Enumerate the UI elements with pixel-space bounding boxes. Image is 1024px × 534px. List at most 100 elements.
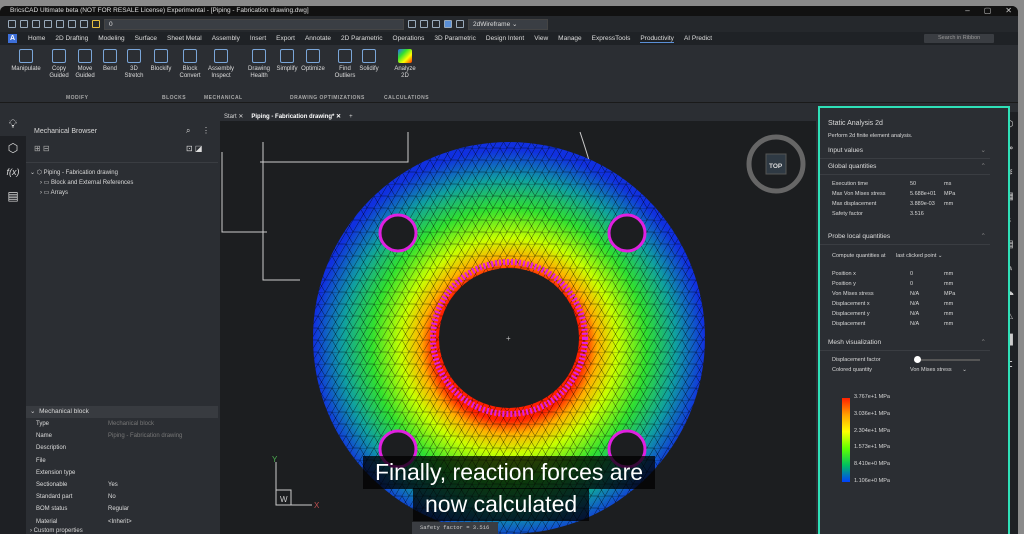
color-legend-bar: [842, 398, 850, 482]
optimize-button[interactable]: Optimize: [300, 49, 326, 73]
custom-properties[interactable]: › Custom properties: [26, 528, 218, 534]
property-row[interactable]: File: [26, 455, 218, 467]
tab-design-intent[interactable]: Design Intent: [486, 35, 524, 43]
quantity-label: Position x: [832, 271, 856, 277]
quantity-value: 50: [910, 181, 917, 187]
section-mesh-visualization[interactable]: Mesh visualization ⌃: [820, 335, 990, 351]
move-guided-button[interactable]: Move Guided: [72, 49, 98, 80]
properties-panel: ⌄ Mechanical block Type Mechanical block N…: [26, 406, 218, 534]
property-row[interactable]: Material <Inherit>: [26, 516, 218, 528]
redo-icon[interactable]: [80, 20, 88, 28]
drawing-health-button[interactable]: Drawing Health: [246, 49, 272, 80]
bend-button[interactable]: Bend: [97, 49, 123, 73]
quantity-unit: mm: [944, 321, 954, 327]
tree-item-references[interactable]: › ▭ Block and External References: [40, 179, 133, 186]
analyze-2d-button[interactable]: Analyze 2D: [392, 49, 418, 80]
minimize-button[interactable]: –: [965, 6, 969, 16]
manipulate-button[interactable]: Manipulate: [8, 49, 44, 73]
ribbon-search[interactable]: Search in Ribbon: [924, 34, 994, 43]
assembly-inspect-button[interactable]: Assembly Inspect: [208, 49, 234, 80]
tab-expresstools[interactable]: ExpressTools: [592, 35, 631, 43]
copy-guided-button[interactable]: Copy Guided: [46, 49, 72, 80]
props-header[interactable]: ⌄ Mechanical block: [26, 406, 218, 418]
tab-surface[interactable]: Surface: [135, 35, 157, 43]
tab-3d-parametric[interactable]: 3D Parametric: [434, 35, 476, 43]
section-probe-local[interactable]: Probe local quantities ⌃: [820, 229, 990, 245]
property-key: Name: [36, 433, 53, 440]
structure-icon[interactable]: ▤: [0, 184, 26, 208]
tree-item-root[interactable]: ⌄ ⬡ Piping - Fabrication drawing: [30, 169, 118, 176]
ribbon-group-label: CALCULATIONS: [384, 95, 430, 101]
tree-item-arrays[interactable]: › ▭ Arrays: [40, 189, 68, 196]
solidify-button[interactable]: Solidify: [356, 49, 382, 73]
print-icon[interactable]: [56, 20, 64, 28]
tree-tool-icon[interactable]: ⊞ ⊟: [34, 144, 50, 153]
tab-home[interactable]: Home: [28, 35, 45, 43]
layer-dropdown[interactable]: 0: [104, 18, 404, 30]
viewcube-label: TOP: [769, 163, 783, 170]
tab-2d-drafting[interactable]: 2D Drafting: [55, 35, 88, 43]
tab-modeling[interactable]: Modeling: [98, 35, 124, 43]
tool-icon[interactable]: [420, 20, 428, 28]
property-row[interactable]: Standard part No: [26, 491, 218, 503]
view-toggle-icon[interactable]: ⊡ ◪: [186, 144, 202, 153]
tab-assembly[interactable]: Assembly: [212, 35, 240, 43]
more-icon[interactable]: ⋮: [202, 126, 210, 135]
property-row[interactable]: Type Mechanical block: [26, 418, 218, 430]
find-outliers-button[interactable]: Find Outliers: [332, 49, 358, 80]
compute-at-dropdown[interactable]: Compute quantities at last clicked point …: [820, 251, 1008, 261]
section-global-quantities[interactable]: Global quantities ⌃: [820, 159, 990, 175]
tab-manage[interactable]: Manage: [558, 35, 582, 43]
displacement-factor-slider[interactable]: [914, 356, 980, 363]
view-icon[interactable]: [444, 20, 452, 28]
tab-sheet-metal[interactable]: Sheet Metal: [167, 35, 202, 43]
ucs-x: X: [314, 501, 320, 510]
maximize-button[interactable]: ▢: [984, 6, 992, 16]
tab-export[interactable]: Export: [276, 35, 295, 43]
section-input-values[interactable]: Input values ⌄: [820, 143, 990, 159]
ucs-w: W: [280, 495, 288, 504]
property-row[interactable]: BOM status Regular: [26, 503, 218, 515]
property-value: Regular: [108, 506, 130, 513]
search-icon[interactable]: ⌕: [186, 126, 190, 136]
function-icon[interactable]: f(x): [0, 160, 26, 184]
tab-2d-parametric[interactable]: 2D Parametric: [341, 35, 383, 43]
close-button[interactable]: ✕: [1005, 6, 1012, 16]
legend-label: 3.036e+1 MPa: [854, 410, 890, 417]
settings-icon[interactable]: [456, 20, 464, 28]
assembly-inspect-icon: [214, 49, 228, 63]
blockify-button[interactable]: Blockify: [148, 49, 174, 73]
new-icon[interactable]: [8, 20, 16, 28]
simplify-button[interactable]: Simplify: [274, 49, 300, 73]
block-convert-button[interactable]: Block Convert: [177, 49, 203, 80]
mechanical-browser-icon[interactable]: ⬡: [0, 136, 26, 160]
tab-operations[interactable]: Operations: [393, 35, 425, 43]
property-row[interactable]: Sectionable Yes: [26, 479, 218, 491]
tab-insert[interactable]: Insert: [250, 35, 266, 43]
colored-quantity-dropdown[interactable]: Colored quantity Von Mises stress ⌄: [820, 365, 1008, 375]
visual-style-dropdown[interactable]: 2dWireframe ⌄: [468, 18, 548, 30]
window-title: BricsCAD Ultimate beta (NOT FOR RESALE L…: [10, 7, 309, 14]
property-row[interactable]: Extension type: [26, 467, 218, 479]
save-as-icon[interactable]: [44, 20, 52, 28]
undo-icon[interactable]: [68, 20, 76, 28]
lightbulb-icon[interactable]: 💡︎: [0, 112, 26, 136]
quantity-label: Safety factor: [832, 211, 863, 217]
tab-productivity[interactable]: Productivity: [640, 35, 674, 43]
static-analysis-panel: Static Analysis 2d Perform 2d finite ele…: [818, 106, 1010, 534]
property-row[interactable]: Name Piping - Fabrication drawing: [26, 430, 218, 442]
open-icon[interactable]: [20, 20, 28, 28]
tab-ai-predict[interactable]: AI Predict: [684, 35, 712, 43]
property-value: <Inherit>: [108, 518, 132, 525]
tab-annotate[interactable]: Annotate: [305, 35, 331, 43]
view-icon[interactable]: [432, 20, 440, 28]
property-row[interactable]: Description: [26, 442, 218, 454]
layer-bulb-icon[interactable]: [92, 20, 100, 28]
quantity-unit: MPa: [944, 191, 956, 197]
quantity-unit: mm: [944, 311, 954, 317]
3d-stretch-button[interactable]: 3D Stretch: [121, 49, 147, 80]
tab-view[interactable]: View: [534, 35, 548, 43]
tool-icon[interactable]: [408, 20, 416, 28]
app-menu-button[interactable]: A: [8, 34, 17, 43]
save-icon[interactable]: [32, 20, 40, 28]
